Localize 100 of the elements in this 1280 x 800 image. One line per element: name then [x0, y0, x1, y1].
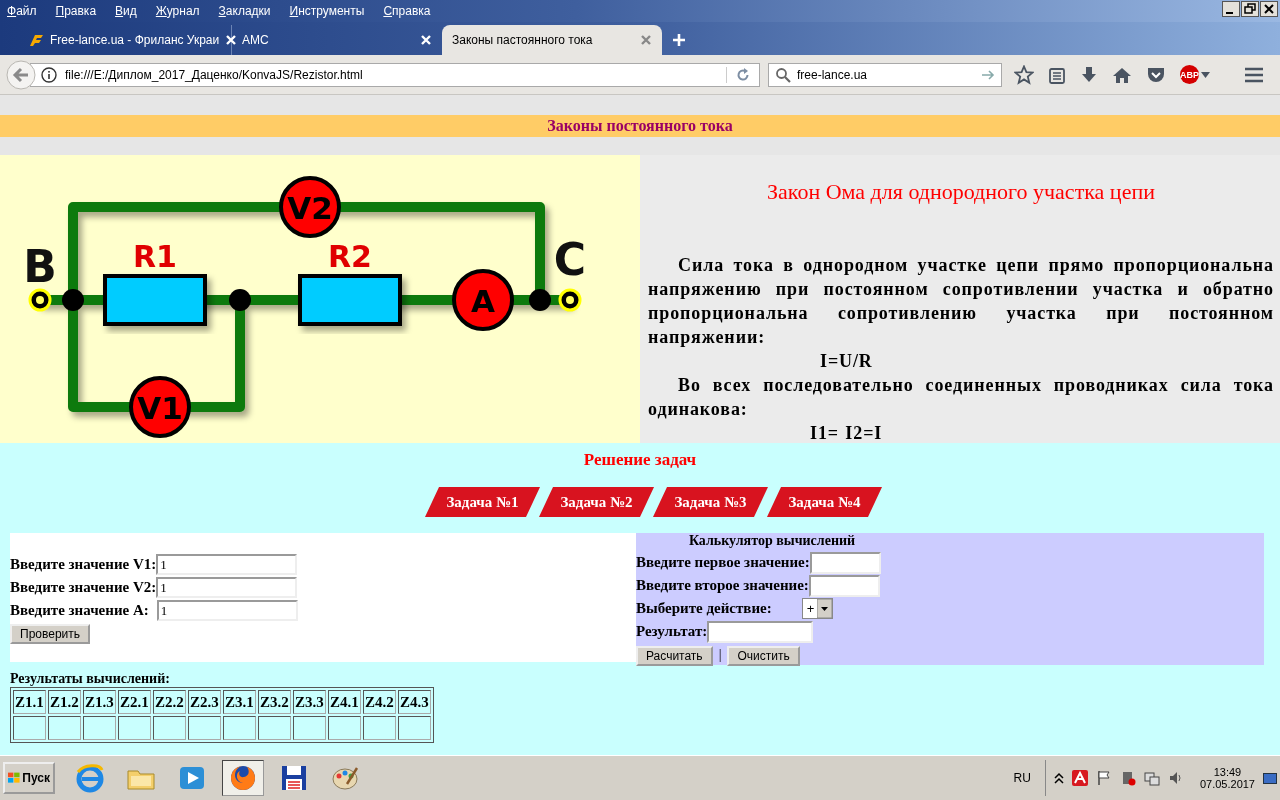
results-label: Результаты вычислений: — [10, 671, 171, 687]
junction-dot — [62, 289, 84, 311]
reading-list-icon[interactable] — [1048, 65, 1066, 84]
input-field[interactable] — [808, 574, 880, 597]
field-label: Введите значение V2: — [10, 579, 157, 596]
speaker-icon[interactable] — [1167, 770, 1184, 786]
calculator-title: Калькулятор вычислений — [688, 533, 856, 548]
field-label: Выберите действие: — [636, 600, 772, 617]
tab-title: AMC — [242, 33, 270, 47]
browser-tab[interactable]: AMC — [232, 25, 442, 55]
search-field[interactable]: free-lance.ua — [768, 62, 1002, 87]
check-button[interactable]: Проверить — [10, 624, 90, 644]
separator-text: | — [718, 646, 722, 663]
info-icon[interactable] — [41, 66, 57, 83]
table-cell — [48, 716, 81, 740]
table-cell — [153, 716, 186, 740]
input-field[interactable] — [809, 551, 881, 574]
resistor-label: R1 — [133, 239, 177, 274]
table-cell — [188, 716, 221, 740]
table-cell — [118, 716, 151, 740]
meter-symbol: V1 — [129, 376, 191, 438]
column-header: Z3.1 — [223, 690, 256, 714]
task-tab[interactable]: Задача №4 — [767, 487, 882, 517]
field-label: Результат: — [636, 623, 708, 640]
input-field[interactable]: 1 — [156, 554, 298, 575]
column-header: Z1.2 — [48, 690, 81, 714]
browser-tab[interactable]: Законы пастоянного тока — [442, 25, 662, 55]
resistor-label: R2 — [328, 239, 372, 274]
task-tab[interactable]: Задача №1 — [425, 487, 540, 517]
language-indicator[interactable]: RU — [1013, 771, 1031, 785]
table-cell — [223, 716, 256, 740]
formula: I=U/R — [819, 350, 874, 373]
reload-icon[interactable] — [726, 66, 751, 83]
table-cell — [293, 716, 326, 740]
table-cell — [398, 716, 431, 740]
menu-item[interactable]: Инструменты — [289, 4, 365, 18]
home-icon[interactable] — [1112, 65, 1132, 84]
caret-icon — [1201, 71, 1210, 78]
page-header: Законы постоянного тока — [0, 115, 1280, 137]
menu-item[interactable]: Файл — [7, 4, 37, 18]
task-tab[interactable]: Задача №2 — [539, 487, 654, 517]
menu-item[interactable]: Правка — [55, 4, 97, 18]
restore-button[interactable] — [1241, 1, 1259, 17]
new-tab-icon[interactable] — [672, 33, 686, 47]
field-label: Введите первое значение: — [636, 554, 810, 571]
menu-item[interactable]: Справка — [383, 4, 431, 18]
back-button[interactable] — [6, 59, 36, 90]
column-header: Z2.3 — [188, 690, 221, 714]
start-button[interactable]: Пуск — [3, 762, 55, 794]
column-header: Z2.1 — [118, 690, 151, 714]
result-field[interactable] — [707, 620, 814, 643]
column-header: Z4.2 — [363, 690, 396, 714]
table-cell — [83, 716, 116, 740]
windows-logo-icon — [8, 771, 21, 785]
column-header: Z4.3 — [398, 690, 431, 714]
field-label: Введите значение V1: — [10, 556, 157, 573]
law-title: Закон Ома для однородного участка цепи — [766, 179, 1156, 205]
menu-item[interactable]: Закладки — [218, 4, 271, 18]
tab-title: Free-lance.ua - Фриланс Украи — [50, 33, 220, 47]
column-header: Z3.2 — [258, 690, 291, 714]
show-desktop-icon[interactable] — [1263, 771, 1277, 785]
input-field[interactable]: 1 — [156, 577, 298, 598]
minimize-button[interactable] — [1222, 1, 1240, 17]
section-heading: Решение задач — [582, 450, 698, 470]
input-field[interactable]: 1 — [156, 600, 298, 621]
clock[interactable]: 13:49 07.05.2017 — [1199, 766, 1255, 790]
column-header: Z4.1 — [328, 690, 361, 714]
address-field[interactable]: file:///E:/Диплом_2017_Даценко/KonvaJS/Rezistor.html — [30, 62, 760, 87]
menu-icon[interactable] — [1244, 66, 1264, 83]
table-cell — [328, 716, 361, 740]
meter-symbol: A — [452, 269, 514, 331]
star-icon[interactable] — [1014, 64, 1034, 85]
column-header: Z3.3 — [293, 690, 326, 714]
calculate-button[interactable]: Расчитать — [636, 645, 713, 666]
pocket-icon[interactable] — [1146, 65, 1166, 84]
junction-dot — [229, 289, 251, 311]
task-tab[interactable]: Задача №3 — [653, 487, 768, 517]
antivirus-icon[interactable] — [1071, 770, 1088, 786]
terminal — [28, 288, 52, 312]
node-label: C — [553, 234, 587, 285]
law-paragraph: Во всех последовательно соединенных проводниках сила тока одинакова: — [648, 374, 1274, 421]
adblock-badge: ABP — [1180, 65, 1199, 84]
column-header: Z1.1 — [13, 690, 46, 714]
adblock-button[interactable]: ABP — [1180, 65, 1210, 84]
dropdown-arrow-icon[interactable] — [817, 599, 833, 618]
menu-item[interactable]: Журнал — [155, 4, 200, 18]
table-cell — [258, 716, 291, 740]
close-button[interactable] — [1260, 1, 1278, 17]
url-text: file:///E:/Диплом_2017_Даценко/KonvaJS/Rezistor.html — [65, 67, 364, 82]
network-icon[interactable] — [1143, 770, 1160, 786]
clear-button[interactable]: Очистить — [727, 645, 800, 666]
table-cell — [13, 716, 46, 740]
operation-select[interactable]: + — [801, 598, 834, 619]
table-cell — [363, 716, 396, 740]
menu-item[interactable]: Вид — [115, 4, 137, 18]
junction-dot — [529, 289, 551, 311]
chevron-up-icon[interactable] — [1053, 772, 1064, 784]
tab-title: Законы пастоянного тока — [452, 33, 594, 47]
download-icon[interactable] — [1080, 65, 1098, 84]
flag-icon[interactable] — [1095, 770, 1112, 786]
